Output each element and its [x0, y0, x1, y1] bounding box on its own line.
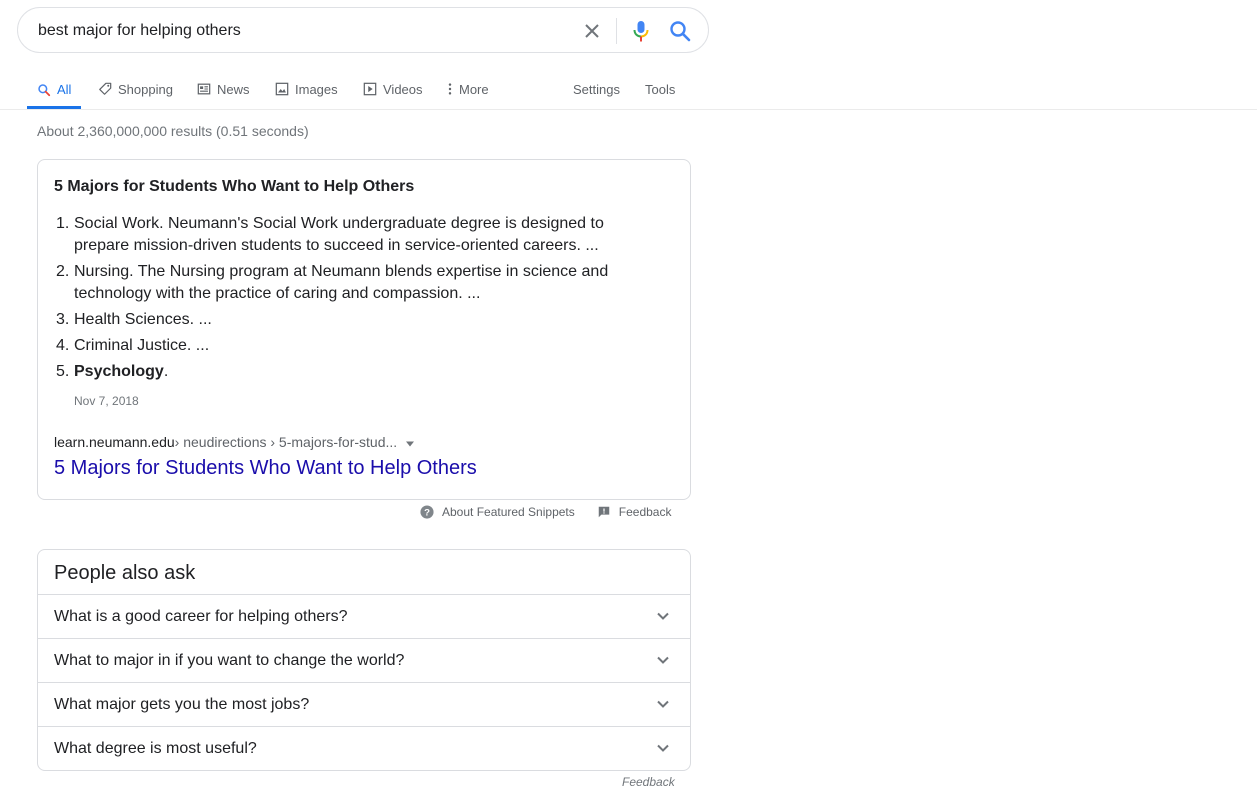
- list-item: 5. Psychology.: [54, 361, 654, 383]
- snippet-feedback-link[interactable]: Feedback: [597, 505, 672, 519]
- tab-settings[interactable]: Settings: [573, 70, 620, 108]
- tab-more[interactable]: More: [447, 70, 489, 108]
- paa-question-text: What major gets you the most jobs?: [54, 696, 310, 713]
- list-number: 1.: [56, 215, 70, 232]
- tab-label: Tools: [645, 81, 676, 97]
- list-number: 4.: [56, 337, 70, 354]
- snippet-list: 1. Social Work. Neumann's Social Work und…: [54, 213, 654, 387]
- tab-all[interactable]: All: [27, 70, 82, 109]
- tab-label: Images: [295, 81, 338, 97]
- search-icon: [38, 83, 51, 96]
- search-box[interactable]: [17, 7, 709, 53]
- about-featured-snippets-link[interactable]: ? About Featured Snippets: [420, 505, 575, 519]
- list-number: 5.: [56, 363, 70, 380]
- newspaper-icon: [197, 83, 211, 95]
- featured-snippet: 5 Majors for Students Who Want to Help O…: [37, 159, 691, 500]
- list-number: 3.: [56, 311, 70, 328]
- snippet-date: Nov 7, 2018: [74, 394, 139, 408]
- svg-text:?: ?: [424, 508, 430, 519]
- people-also-ask: People also ask What is a good career fo…: [37, 549, 691, 771]
- snippet-title: 5 Majors for Students Who Want to Help O…: [54, 178, 415, 195]
- cite-domain: learn.neumann.edu: [54, 434, 175, 450]
- microphone-icon[interactable]: [629, 18, 653, 44]
- chevron-down-icon: [656, 653, 670, 672]
- result-link[interactable]: 5 Majors for Students Who Want to Help O…: [54, 457, 477, 480]
- paa-question-text: What to major in if you want to change t…: [54, 652, 405, 669]
- tab-label: Settings: [573, 81, 620, 97]
- more-vert-icon: [448, 83, 452, 95]
- search-tabs: All Shopping News Images Videos More Set…: [0, 70, 1257, 110]
- search-input[interactable]: [38, 19, 558, 43]
- cite-path: › neudirections › 5-majors-for-stud...: [174, 434, 398, 450]
- image-icon: [275, 82, 289, 96]
- tab-label: More: [459, 81, 489, 97]
- tag-icon: [99, 82, 112, 95]
- tab-label: News: [217, 81, 250, 97]
- chevron-down-icon: [656, 697, 670, 716]
- dropdown-arrow-icon[interactable]: [405, 434, 415, 450]
- tab-label: Videos: [383, 81, 423, 97]
- list-item: 2. Nursing. The Nursing program at Neuman…: [54, 261, 654, 305]
- list-item-text: .: [163, 363, 169, 380]
- snippet-footer: ? About Featured Snippets Feedback: [420, 505, 671, 519]
- about-featured-snippets-label: About Featured Snippets: [442, 505, 575, 519]
- list-number: 2.: [56, 263, 70, 280]
- search-icon[interactable]: [668, 19, 692, 43]
- paa-question[interactable]: What degree is most useful?: [38, 726, 690, 770]
- paa-question-text: What degree is most useful?: [54, 740, 257, 757]
- tab-label: All: [57, 82, 72, 97]
- paa-feedback-link[interactable]: Feedback: [622, 775, 675, 789]
- list-item: 1. Social Work. Neumann's Social Work und…: [54, 213, 654, 257]
- tab-videos[interactable]: Videos: [363, 70, 423, 108]
- tab-tools[interactable]: Tools: [645, 70, 675, 108]
- list-item-text: Social Work. Neumann's Social Work under…: [74, 215, 604, 254]
- paa-title: People also ask: [54, 562, 196, 584]
- breadcrumb: learn.neumann.edu › neudirections › 5-ma…: [54, 434, 415, 450]
- list-item-text: Criminal Justice. ...: [74, 337, 210, 354]
- searchbox-divider: [616, 18, 617, 44]
- chevron-down-icon: [656, 609, 670, 628]
- list-item: 4. Criminal Justice. ...: [54, 335, 654, 357]
- tab-shopping[interactable]: Shopping: [98, 70, 173, 108]
- chevron-down-icon: [656, 741, 670, 760]
- clear-icon[interactable]: [580, 19, 604, 43]
- paa-question[interactable]: What major gets you the most jobs?: [38, 682, 690, 726]
- list-item: 3. Health Sciences. ...: [54, 309, 654, 331]
- help-icon: ?: [420, 505, 434, 519]
- tab-label: Shopping: [118, 81, 173, 97]
- paa-question[interactable]: What to major in if you want to change t…: [38, 638, 690, 682]
- tab-images[interactable]: Images: [275, 70, 338, 108]
- play-icon: [363, 82, 377, 96]
- paa-question[interactable]: What is a good career for helping others…: [38, 594, 690, 638]
- paa-question-text: What is a good career for helping others…: [54, 608, 348, 625]
- list-item-text: Nursing. The Nursing program at Neumann …: [74, 263, 609, 302]
- list-item-bold: Psychology: [74, 363, 164, 380]
- feedback-icon: [598, 506, 610, 518]
- result-stats: About 2,360,000,000 results (0.51 second…: [37, 123, 309, 139]
- feedback-label: Feedback: [618, 505, 672, 519]
- list-item-text: Health Sciences. ...: [74, 311, 212, 328]
- tab-news[interactable]: News: [197, 70, 250, 108]
